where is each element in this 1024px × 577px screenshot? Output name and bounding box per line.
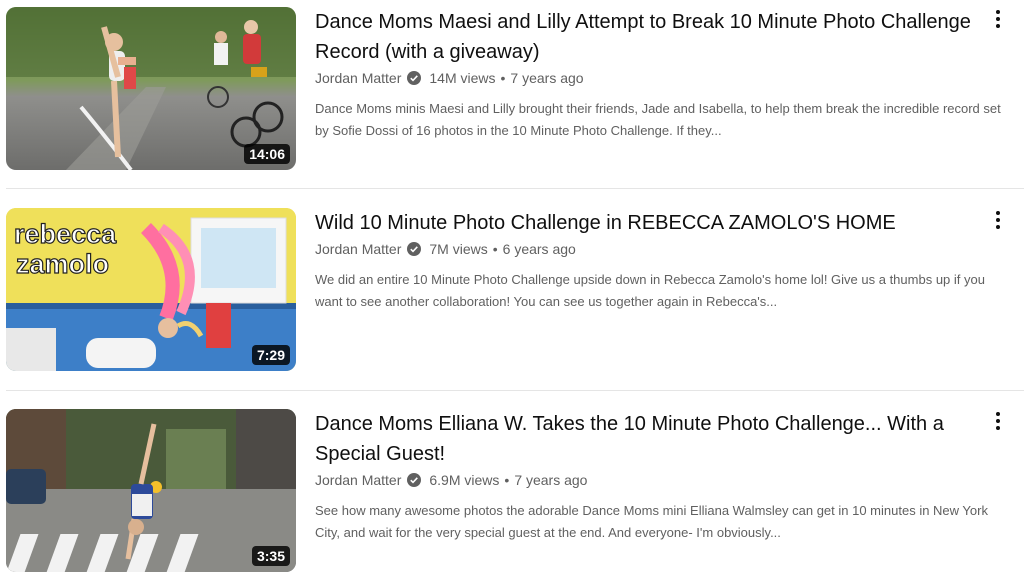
video-title[interactable]: Dance Moms Maesi and Lilly Attempt to Br… <box>315 7 975 67</box>
video-info: Dance Moms Elliana W. Takes the 10 Minut… <box>315 407 988 544</box>
video-description: Dance Moms minis Maesi and Lilly brought… <box>315 101 1001 138</box>
video-duration: 7:29 <box>251 345 290 365</box>
verified-check-icon <box>407 473 422 487</box>
verified-check-icon <box>407 71 422 85</box>
video-results-list: 14:06 Dance Moms Maesi and Lilly Attempt… <box>0 0 1024 577</box>
channel-name[interactable]: Jordan Matter <box>315 470 401 490</box>
more-vert-icon[interactable] <box>988 208 1008 232</box>
meta-separator: • <box>492 241 498 257</box>
video-duration: 14:06 <box>244 144 290 164</box>
thumbnail-text-line-2: zamolo <box>16 249 109 279</box>
view-count: 6.9M views <box>429 472 500 488</box>
video-title[interactable]: Dance Moms Elliana W. Takes the 10 Minut… <box>315 409 975 469</box>
video-result-item: rebecca zamolo 7:29 Wild 10 Minute Photo… <box>0 206 1024 372</box>
video-thumbnail[interactable]: 14:06 <box>6 7 296 170</box>
channel-name[interactable]: Jordan Matter <box>315 68 401 88</box>
verified-check-icon <box>407 242 422 256</box>
video-thumbnail[interactable]: 3:35 <box>6 409 296 572</box>
video-result-item: 3:35 Dance Moms Elliana W. Takes the 10 … <box>0 407 1024 573</box>
video-description: We did an entire 10 Minute Photo Challen… <box>315 272 985 309</box>
result-divider <box>6 188 1024 189</box>
video-metadata: Jordan Matter 6.9M views • 7 years ago <box>315 470 975 490</box>
video-result-item: 14:06 Dance Moms Maesi and Lilly Attempt… <box>0 5 1024 171</box>
video-thumbnail[interactable]: rebecca zamolo 7:29 <box>6 208 296 371</box>
meta-separator: • <box>500 70 506 86</box>
more-vert-icon[interactable] <box>988 409 1008 433</box>
meta-separator: • <box>504 472 510 488</box>
video-metadata: Jordan Matter 14M views • 7 years ago <box>315 68 975 88</box>
video-title[interactable]: Wild 10 Minute Photo Challenge in REBECC… <box>315 208 975 238</box>
more-vert-icon[interactable] <box>988 7 1008 31</box>
channel-name[interactable]: Jordan Matter <box>315 239 401 259</box>
result-divider <box>6 390 1024 391</box>
view-count: 7M views <box>429 241 488 257</box>
video-info: Wild 10 Minute Photo Challenge in REBECC… <box>315 206 985 313</box>
upload-age: 7 years ago <box>514 472 588 488</box>
upload-age: 7 years ago <box>510 70 584 86</box>
view-count: 14M views <box>429 70 496 86</box>
thumbnail-text-line-1: rebecca <box>14 219 117 249</box>
video-info: Dance Moms Maesi and Lilly Attempt to Br… <box>315 5 1001 142</box>
video-description: See how many awesome photos the adorable… <box>315 503 988 540</box>
upload-age: 6 years ago <box>502 241 576 257</box>
video-duration: 3:35 <box>251 546 290 566</box>
video-metadata: Jordan Matter 7M views • 6 years ago <box>315 239 975 259</box>
